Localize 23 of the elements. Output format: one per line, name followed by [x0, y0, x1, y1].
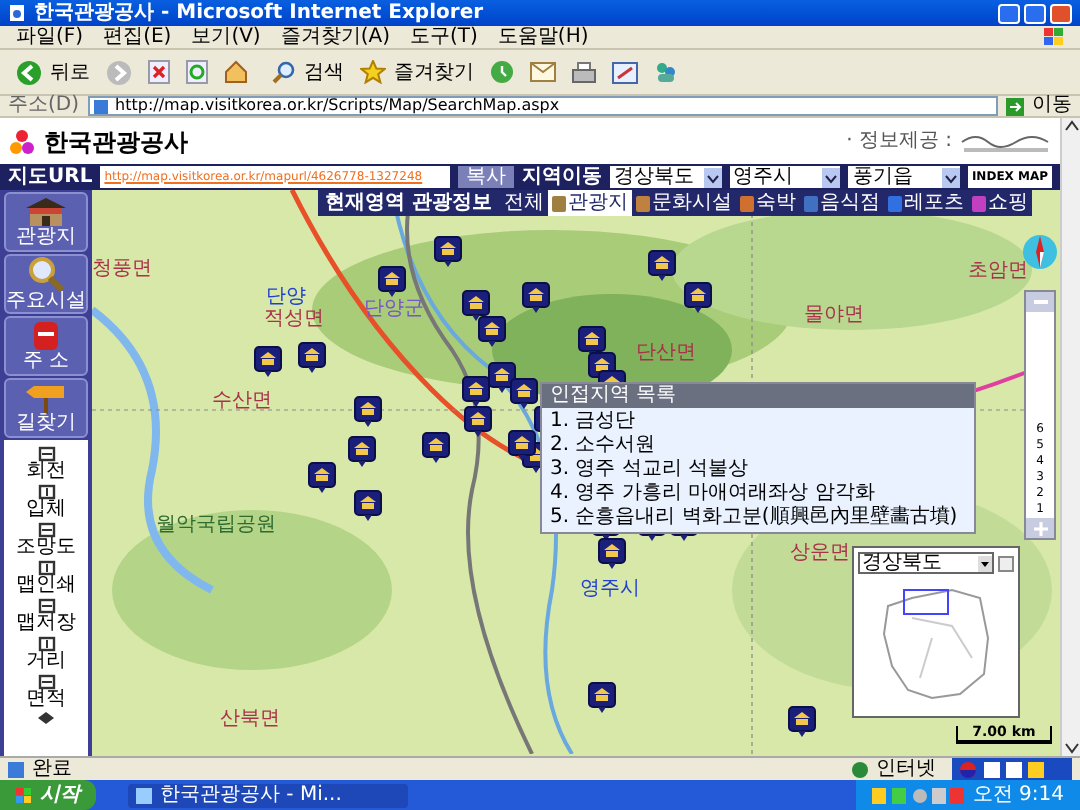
- place-label: 초암면: [968, 262, 1028, 282]
- place-label: 수산면: [212, 392, 272, 412]
- place-label: 월악국립공원: [156, 516, 276, 536]
- map-url-label: 지도URL: [8, 167, 93, 187]
- place-label: 청풍면: [92, 260, 152, 280]
- place-label: 단양군: [364, 300, 424, 320]
- clock: 오전 9:14: [972, 785, 1064, 805]
- window-title: 한국관광공사 - Microsoft Internet Explorer: [34, 3, 484, 23]
- region-label: 지역이동: [522, 167, 603, 187]
- place-label: 상운면: [790, 544, 850, 564]
- security-zone-label: 인터넷: [876, 759, 938, 779]
- place-label: 적성면: [264, 310, 324, 330]
- address-label: 주소(D): [8, 96, 80, 116]
- logo-text: 한국관광공사: [44, 125, 188, 159]
- info-provider-label: · 정보제공 :: [846, 128, 952, 156]
- popup-title: 인접지역 목록: [550, 386, 677, 406]
- status-text: 완료: [32, 759, 72, 779]
- place-label: 단양: [266, 288, 306, 308]
- place-label: 산북면: [220, 710, 280, 730]
- info-tabs-title: 현재영역 관광정보: [325, 193, 494, 213]
- place-label: 영주시: [580, 580, 640, 600]
- place-label: 단산면: [636, 344, 696, 364]
- place-label: 물야면: [804, 306, 864, 326]
